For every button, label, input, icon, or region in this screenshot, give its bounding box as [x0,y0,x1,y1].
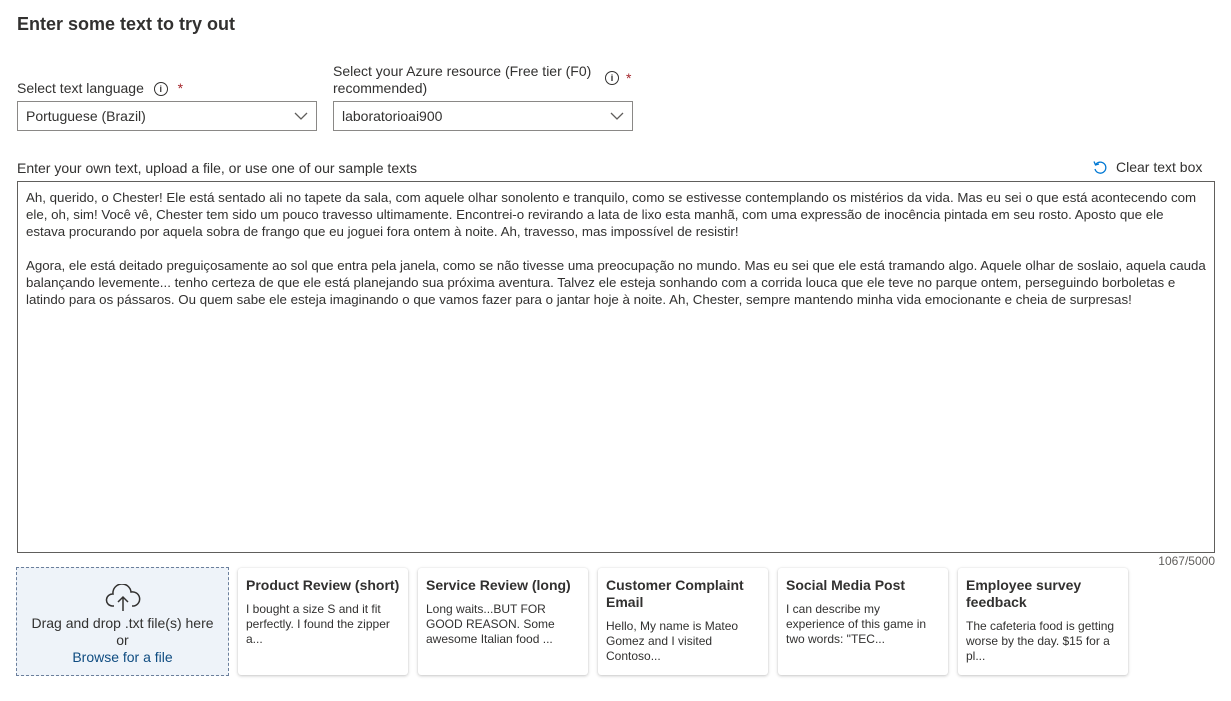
language-label: Select text language [17,80,144,96]
resource-select[interactable]: laboratorioai900 [333,101,633,131]
clear-text-label: Clear text box [1116,159,1203,175]
clear-text-button[interactable]: Clear text box [1092,159,1202,175]
text-paragraph: Agora, ele está deitado preguiçosamente … [26,258,1206,307]
sample-card-title: Customer Complaint Email [606,577,744,610]
file-drop-zone[interactable]: Drag and drop .txt file(s) here or Brows… [16,567,229,676]
browse-file-link[interactable]: Browse for a file [17,649,228,666]
required-mark: * [177,80,184,96]
sample-card-employee-survey[interactable]: Employee survey feedback The cafeteria f… [958,568,1128,675]
language-select-value: Portuguese (Brazil) [26,108,146,124]
text-input-area[interactable]: Ah, querido, o Chester! Ele está sentado… [17,181,1215,553]
sample-card-snippet: I bought a size S and it fit perfectly. … [246,602,390,646]
character-counter: 1067/5000 [1158,554,1215,568]
sample-card-service-review[interactable]: Service Review (long) Long waits...BUT F… [418,568,588,675]
sample-card-snippet: Hello, My name is Mateo Gomez and I visi… [606,619,739,663]
chevron-down-icon [294,112,308,120]
resource-label: Select your Azure resource (Free tier (F… [333,63,592,96]
language-select[interactable]: Portuguese (Brazil) [17,101,317,131]
info-icon[interactable]: i [605,71,619,85]
sample-card-title: Service Review (long) [426,577,571,593]
sample-card-snippet: I can describe my experience of this gam… [786,602,927,646]
chevron-down-icon [610,112,624,120]
sample-card-title: Employee survey feedback [966,577,1082,610]
or-text: or [116,632,129,648]
sample-card-title: Social Media Post [786,577,906,593]
sample-card-product-review[interactable]: Product Review (short) I bought a size S… [238,568,408,675]
info-icon[interactable]: i [153,82,168,97]
sample-card-snippet: The cafeteria food is getting worse by t… [966,619,1115,663]
text-input-label: Enter your own text, upload a file, or u… [17,160,417,176]
required-mark: * [626,70,632,86]
sample-card-title: Product Review (short) [246,577,400,593]
sample-card-snippet: Long waits...BUT FOR GOOD REASON. Some a… [426,602,555,646]
undo-icon [1093,161,1107,174]
sample-card-customer-complaint[interactable]: Customer Complaint Email Hello, My name … [598,568,768,675]
resource-select-value: laboratorioai900 [342,108,443,124]
drag-drop-text: Drag and drop .txt file(s) here [31,615,214,631]
text-paragraph: Ah, querido, o Chester! Ele está sentado… [26,190,1197,239]
page-title: Enter some text to try out [17,14,236,34]
cloud-upload-icon [105,584,141,611]
language-label-group: Select text language i * [17,80,183,97]
sample-card-social-media[interactable]: Social Media Post I can describe my expe… [778,568,948,675]
